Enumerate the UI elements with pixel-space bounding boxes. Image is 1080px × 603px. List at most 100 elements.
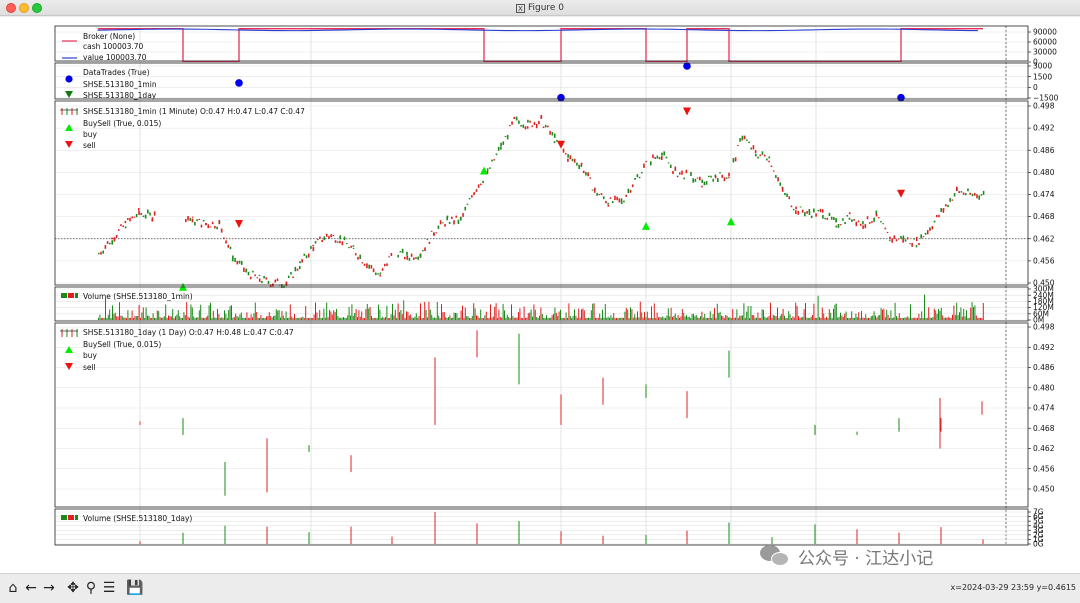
candle-1min: [862, 221, 864, 225]
volume-1min-bar: [835, 303, 837, 320]
volume-1min-bar: [499, 317, 501, 320]
candle-1min: [336, 241, 339, 243]
volume-1min-bar: [611, 317, 613, 320]
backtrader-plot[interactable]: 9000060000300000300015000−15000.4980.492…: [0, 17, 1080, 573]
candle-1min: [500, 146, 502, 150]
volume-1min-bar: [303, 317, 305, 320]
volume-1min-bar: [257, 317, 259, 320]
zoom-icon[interactable]: ⚲: [82, 579, 100, 597]
volume-1min-bar: [190, 304, 192, 320]
volume-1min-bar: [648, 317, 650, 320]
candle-1min: [247, 271, 250, 276]
candle-1min: [614, 195, 616, 201]
candle-1min: [368, 264, 370, 269]
volume-1min-bar: [161, 317, 162, 320]
volume-1min-bar: [358, 310, 360, 320]
candle-1min: [451, 216, 453, 220]
volume-1min-bar: [368, 308, 370, 320]
volume-1min-bar: [707, 317, 708, 320]
volume-1min-bar: [926, 317, 928, 320]
volume-legend-icon: [61, 515, 67, 520]
volume-1min-bar: [492, 316, 494, 320]
candle-1min: [857, 220, 860, 223]
sell-marker: [897, 189, 905, 198]
volume-1min-bar: [186, 302, 188, 320]
volume-1min-bar: [746, 311, 748, 320]
home-icon[interactable]: ⌂: [4, 579, 22, 597]
candle-1min: [631, 184, 634, 188]
pan-icon[interactable]: ✥: [64, 579, 82, 597]
volume-1min-bar: [491, 317, 493, 320]
volume-1min-bar: [218, 314, 220, 320]
candle-1min: [701, 179, 704, 183]
price-1min-tick-label: 0.486: [1033, 146, 1055, 155]
candle-1min: [189, 217, 192, 221]
volume-1min-bar: [600, 317, 602, 320]
volume-1min-bar: [592, 303, 594, 320]
candle-1min: [835, 225, 838, 228]
volume-1min-bar: [536, 316, 538, 320]
volume-1min-bar: [387, 317, 389, 320]
back-icon[interactable]: ←: [22, 579, 40, 597]
volume-1min-bar: [331, 314, 333, 320]
volume-1min-bar: [569, 315, 571, 320]
candle-1min: [654, 157, 656, 159]
candle-1min: [618, 198, 621, 203]
candle-1min: [958, 191, 960, 194]
save-icon[interactable]: 💾: [126, 579, 144, 597]
volume-1min-bar: [595, 317, 596, 320]
configure-subplots-icon[interactable]: ☰: [100, 579, 118, 597]
volume-1min-bar: [894, 302, 896, 320]
volume-1min-bar: [389, 317, 391, 320]
volume-1min-bar: [579, 317, 581, 320]
candle-1min: [676, 175, 679, 178]
trade-marker: [557, 93, 565, 102]
candle-1min: [374, 272, 377, 276]
volume-1min-bar: [603, 317, 605, 320]
candle-1min: [627, 188, 630, 194]
figure-canvas[interactable]: 90000 60000 30000 0 3000 1500 0 −1500 0.498 0.492…: [0, 17, 1080, 573]
volume-1min-bar: [638, 317, 640, 320]
volume-1min-bar: [637, 311, 638, 320]
volume-1min-legend-text: Volume (SHSE.513180_1min): [83, 292, 193, 301]
candle-1min: [868, 222, 871, 224]
candle-1min: [969, 192, 972, 195]
candle-1min: [806, 211, 808, 214]
candle-1min: [366, 263, 368, 268]
forward-icon[interactable]: →: [40, 579, 58, 597]
volume-1min-bar: [655, 317, 657, 320]
candle-1min: [911, 243, 913, 247]
volume-1min-bar: [327, 317, 329, 320]
volume-1min-bar: [541, 314, 543, 320]
sell-legend-icon: [65, 363, 73, 370]
volume-1min-bar: [252, 317, 253, 320]
volume-1min-bar: [529, 312, 531, 320]
candle-1min: [518, 120, 520, 124]
candle-1min: [889, 236, 891, 240]
volume-1min-bar: [606, 317, 608, 320]
volume-1min-bar: [135, 316, 137, 320]
candle-1min: [194, 221, 196, 226]
candle-1min: [399, 251, 402, 253]
volume-1min-bar: [858, 312, 860, 320]
volume-1min-bar: [873, 311, 875, 320]
volume-1min-bar: [298, 317, 300, 320]
candle-1min: [332, 234, 335, 237]
volume-1min-bar: [397, 303, 399, 320]
volume-1min-bar: [453, 312, 455, 320]
candle-1min: [694, 178, 697, 182]
volume-1min-bar: [679, 317, 680, 320]
candle-1min: [768, 156, 771, 159]
volume-1min-bar: [238, 317, 239, 320]
candle-1min: [643, 163, 645, 168]
candle-1min: [549, 130, 551, 135]
candle-1min: [582, 170, 585, 174]
candle-1min: [830, 216, 833, 220]
price-1min-tick-label: 0.474: [1033, 190, 1055, 199]
candle-1min: [915, 245, 918, 248]
volume-1min-bar: [961, 316, 963, 320]
candle-1min: [748, 141, 750, 144]
volume-1min-bar: [211, 317, 213, 320]
candle-1min: [942, 208, 945, 211]
candle-1min: [587, 172, 589, 177]
